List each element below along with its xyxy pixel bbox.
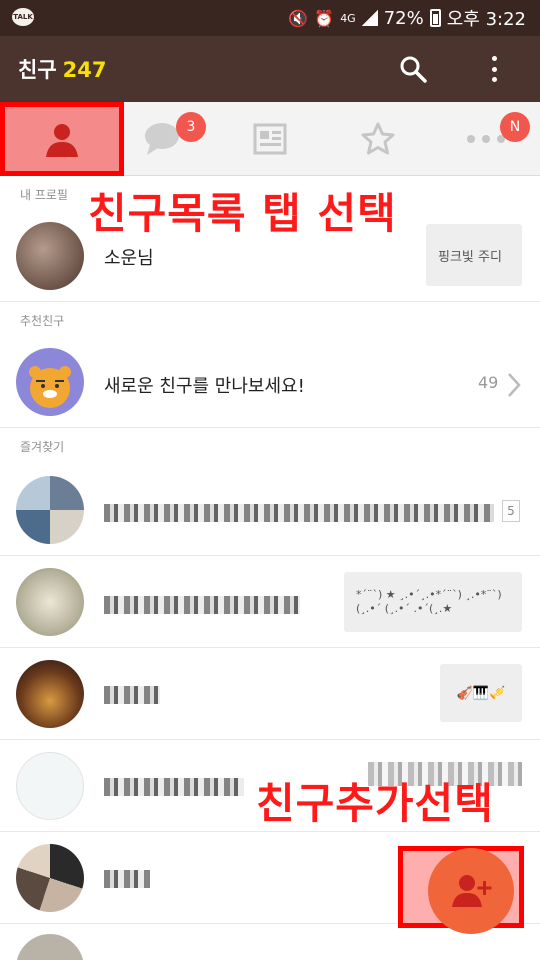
section-recommended: 추천친구 bbox=[20, 314, 65, 328]
annotation-add-friend: 친구추가선택 bbox=[256, 779, 494, 828]
avatar bbox=[16, 752, 84, 820]
star-icon bbox=[361, 122, 395, 155]
signal-icon bbox=[361, 10, 378, 26]
section-my-profile: 내 프로필 bbox=[20, 188, 68, 202]
overflow-menu-button[interactable] bbox=[484, 52, 504, 86]
friend-name-blurred bbox=[104, 596, 300, 614]
more-dots-icon bbox=[467, 135, 505, 143]
status-bar: TALK 🔇 ⏰ 4G 72% 오후 3:22 bbox=[0, 0, 540, 36]
tab-favorites[interactable] bbox=[324, 102, 432, 176]
status-message: 🎻🎹🎺 bbox=[440, 664, 522, 722]
annotation-select-friends-tab: 친구목록 탭 선택 bbox=[88, 189, 397, 238]
favorite-friend-row[interactable]: *´¨`) ★ ¸.•´¸.•*´¨`) ¸.•*¨`)(¸.•´ (¸.•´ … bbox=[0, 556, 540, 648]
section-favorites: 즐겨찾기 bbox=[20, 440, 65, 454]
battery-percent: 72% bbox=[383, 7, 424, 29]
chat-unread-badge: 3 bbox=[176, 112, 206, 142]
recommended-count: 49 bbox=[478, 373, 499, 392]
dot bbox=[491, 77, 497, 82]
recommended-friend-row[interactable]: 새로운 친구를 만나보세요! 49 bbox=[0, 330, 540, 428]
avatar bbox=[16, 222, 84, 290]
alarm-icon: ⏰ bbox=[314, 8, 335, 28]
friend-count-badge: 5 bbox=[502, 500, 520, 522]
tab-bar: 3 N bbox=[0, 102, 540, 176]
kakaotalk-notification-icon: TALK bbox=[12, 8, 34, 26]
ryan-avatar bbox=[16, 348, 84, 416]
add-person-icon bbox=[452, 875, 492, 907]
favorite-friend-row[interactable]: 5 bbox=[0, 458, 540, 556]
mute-icon: 🔇 bbox=[288, 8, 309, 28]
dot bbox=[491, 66, 497, 72]
friend-name-blurred bbox=[104, 504, 494, 522]
person-icon bbox=[46, 124, 78, 157]
avatar bbox=[16, 844, 84, 912]
ryan-icon bbox=[29, 366, 71, 408]
tab-more[interactable]: N bbox=[432, 102, 540, 176]
dot bbox=[491, 56, 497, 61]
friend-name-blurred bbox=[104, 870, 150, 888]
add-friend-button[interactable] bbox=[428, 848, 514, 934]
avatar bbox=[16, 568, 84, 636]
friend-name-blurred bbox=[104, 686, 160, 704]
page-title: 친구 247 bbox=[18, 54, 106, 84]
status-message: 핑크빛 주디 bbox=[426, 224, 522, 286]
title-label: 친구 bbox=[18, 58, 57, 82]
more-new-badge: N bbox=[500, 112, 530, 142]
tab-news[interactable] bbox=[216, 102, 324, 176]
chevron-right-icon bbox=[508, 373, 521, 397]
avatar bbox=[16, 476, 84, 544]
my-profile-name: 소운님 bbox=[104, 248, 154, 269]
avatar bbox=[16, 660, 84, 728]
recommended-text: 새로운 친구를 만나보세요! bbox=[104, 376, 305, 397]
friend-name-blurred bbox=[104, 778, 244, 796]
clock: 오후 3:22 bbox=[446, 9, 526, 30]
app-header: 친구 247 bbox=[0, 36, 540, 102]
tab-chats[interactable]: 3 bbox=[108, 102, 216, 176]
favorite-friend-row[interactable]: 🎻🎹🎺 bbox=[0, 648, 540, 740]
friend-count: 247 bbox=[62, 58, 107, 82]
news-icon bbox=[253, 123, 287, 155]
battery-icon bbox=[429, 9, 441, 27]
search-icon[interactable] bbox=[398, 54, 428, 84]
network-type: 4G bbox=[340, 11, 356, 25]
status-message: *´¨`) ★ ¸.•´¸.•*´¨`) ¸.•*¨`)(¸.•´ (¸.•´ … bbox=[344, 572, 522, 632]
tab-friends[interactable] bbox=[0, 102, 124, 176]
avatar bbox=[16, 934, 84, 960]
